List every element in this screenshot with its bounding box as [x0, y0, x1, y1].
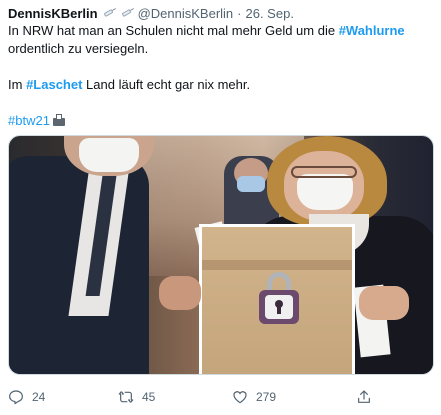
- like-count: 279: [256, 390, 277, 404]
- tweet-photo[interactable]: [8, 135, 434, 375]
- reply-count: 24: [32, 390, 46, 404]
- retweet-button[interactable]: 45: [118, 389, 228, 405]
- retweet-icon: [118, 389, 134, 405]
- text-segment: Im: [8, 77, 27, 92]
- syringe-icon: [102, 8, 116, 17]
- tweet-card[interactable]: DennisKBerlin @DennisKBerlin · 26. Sep. …: [0, 0, 441, 415]
- hashtag-link[interactable]: #Wahlurne: [339, 23, 405, 38]
- hashtag-link[interactable]: #Laschet: [26, 77, 82, 92]
- tweet-actions: 24 45 279: [8, 388, 428, 406]
- tweet-date[interactable]: 26. Sep.: [246, 6, 294, 21]
- reply-button[interactable]: 24: [8, 389, 118, 405]
- padlock-icon: [259, 272, 299, 324]
- author-handle[interactable]: @DennisKBerlin: [138, 6, 234, 21]
- heart-icon: [232, 389, 248, 405]
- ballot-box-flag-icon: [52, 114, 66, 127]
- text-segment: Land läuft echt gar nix mehr.: [82, 77, 251, 92]
- text-segment: ordentlich zu versiegeln.: [8, 41, 149, 56]
- hashtag-link[interactable]: #btw21: [8, 113, 50, 128]
- share-icon: [356, 389, 372, 405]
- tweet-text-line-2: Im #Laschet Land läuft echt gar nix mehr…: [8, 76, 431, 94]
- text-segment: In NRW hat man an Schulen nicht mal mehr…: [8, 23, 339, 38]
- separator-dot: ·: [237, 5, 242, 21]
- author-name[interactable]: DennisKBerlin: [8, 6, 98, 21]
- syringe-icon: [120, 8, 134, 17]
- share-button[interactable]: [356, 389, 396, 405]
- tweet-text-line-3: #btw21: [8, 112, 431, 130]
- retweet-count: 45: [142, 390, 156, 404]
- tweet-text-line-1: In NRW hat man an Schulen nicht mal mehr…: [8, 22, 431, 58]
- tweet-header: DennisKBerlin @DennisKBerlin · 26. Sep.: [8, 5, 433, 21]
- like-button[interactable]: 279: [228, 389, 356, 405]
- reply-icon: [8, 389, 24, 405]
- tweet-text: In NRW hat man an Schulen nicht mal mehr…: [8, 22, 431, 130]
